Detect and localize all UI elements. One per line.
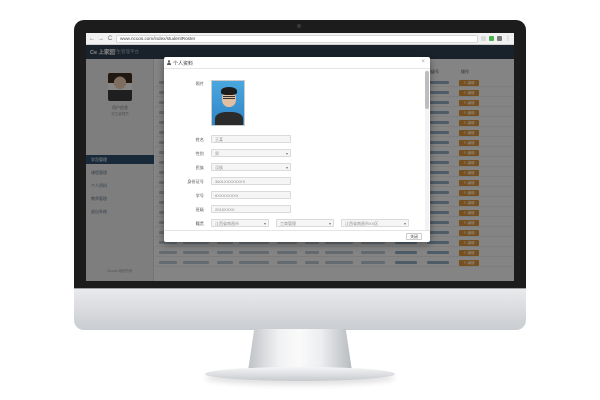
monitor-stand	[248, 329, 352, 371]
reload-button[interactable]: C	[107, 36, 113, 42]
student-photo	[211, 80, 245, 126]
close-icon[interactable]: ×	[421, 59, 425, 65]
extension-icon[interactable]	[497, 36, 502, 41]
student-id-label: 学号	[195, 193, 204, 198]
class-label: 班级	[195, 207, 204, 212]
district-select[interactable]: 江西省南昌市XX区	[341, 219, 409, 227]
ethnicity-label: 民族	[195, 165, 204, 170]
major-select[interactable]: 工商管理	[276, 219, 334, 227]
gender-label: 性别	[195, 151, 204, 156]
user-icon	[167, 60, 171, 65]
modal-scrollbar-thumb[interactable]	[425, 71, 429, 109]
province-select[interactable]: 江西省南昌市	[211, 219, 269, 227]
extension-icon[interactable]	[481, 36, 486, 41]
extension-icon[interactable]	[489, 36, 494, 41]
address-label: 籍贯	[195, 221, 204, 226]
modal-header: 个人资料 ×	[164, 57, 430, 69]
name-label: 姓名	[195, 137, 204, 142]
address-bar[interactable]: www.ncuos.com/index/studentRoster	[116, 34, 478, 43]
ethnicity-select[interactable]: 汉族	[211, 163, 291, 171]
camera-dot	[297, 24, 301, 28]
close-button[interactable]: 关闭	[406, 233, 422, 240]
id-field[interactable]: 3601XXXXXXXX	[211, 177, 291, 185]
gender-select[interactable]: 男	[211, 149, 291, 157]
screen: ← → C www.ncuos.com/index/studentRoster …	[86, 33, 514, 281]
browser-toolbar: ← → C www.ncuos.com/index/studentRoster …	[86, 33, 514, 45]
back-button[interactable]: ←	[89, 36, 95, 42]
forward-button[interactable]: →	[98, 36, 104, 42]
id-label: 身份证号	[187, 179, 204, 184]
modal-footer: 关闭	[164, 230, 430, 242]
monitor-chin	[74, 288, 526, 330]
class-field[interactable]: 2015XXXX	[211, 205, 291, 213]
photo-label: 照片	[195, 81, 204, 86]
modal-title: 个人资料	[173, 61, 194, 67]
browser-menu-icon[interactable]: ⋮	[505, 36, 511, 42]
monitor-base	[205, 367, 395, 381]
monitor-mockup: ← → C www.ncuos.com/index/studentRoster …	[0, 0, 600, 400]
name-field[interactable]: 王某	[211, 135, 291, 143]
student-id-field[interactable]: 6XXXXXXXX	[211, 191, 291, 199]
profile-modal: 个人资料 × 照片 姓名 王某 性别 男 民族 汉族 身份证号 3601XXXX…	[164, 57, 430, 242]
